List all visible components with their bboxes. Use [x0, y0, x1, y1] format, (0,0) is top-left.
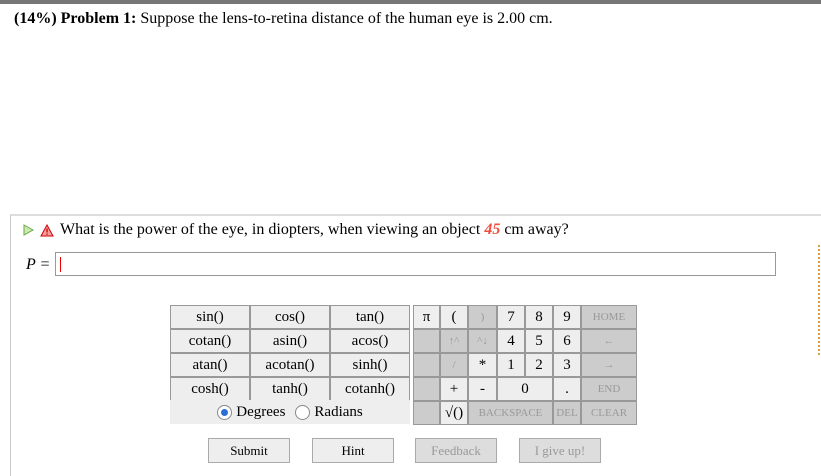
submit-button[interactable]: Submit	[208, 438, 290, 463]
function-key-cos[interactable]: cos()	[250, 305, 330, 329]
function-key-cotan[interactable]: cotan()	[170, 329, 250, 353]
function-key-cotanh[interactable]: cotanh()	[330, 377, 410, 401]
answer-input[interactable]	[55, 252, 776, 276]
sqrt-key[interactable]: √()	[440, 401, 468, 425]
left-arrow-key[interactable]: ←	[581, 329, 637, 353]
degrees-label: Degrees	[236, 403, 286, 420]
text-caret	[60, 257, 61, 272]
radians-label: Radians	[314, 403, 363, 420]
angle-mode: Degrees Radians	[170, 400, 410, 424]
problem-percent: (14%)	[14, 10, 57, 27]
hint-button[interactable]: Hint	[312, 438, 394, 463]
delete-key[interactable]: DEL	[553, 401, 581, 425]
expand-triangle-icon[interactable]	[22, 224, 34, 236]
digit-key-9[interactable]: 9	[553, 305, 581, 329]
digit-key-4[interactable]: 4	[497, 329, 525, 353]
function-key-acos[interactable]: acos()	[330, 329, 410, 353]
function-key-tan[interactable]: tan()	[330, 305, 410, 329]
decimal-key[interactable]: .	[553, 377, 581, 401]
digit-key-8[interactable]: 8	[525, 305, 553, 329]
give-up-button[interactable]: I give up!	[519, 438, 601, 463]
digit-key-7[interactable]: 7	[497, 305, 525, 329]
divide-key[interactable]: /	[440, 353, 468, 377]
digit-key-2[interactable]: 2	[525, 353, 553, 377]
blank-key	[413, 401, 440, 425]
subscript-key[interactable]: ^↓	[468, 329, 497, 353]
function-key-cosh[interactable]: cosh()	[170, 377, 250, 401]
question: What is the power of the eye, in diopter…	[22, 221, 569, 239]
multiply-key[interactable]: *	[468, 353, 497, 377]
digit-key-0[interactable]: 0	[497, 377, 553, 401]
blank-key	[413, 329, 440, 353]
digit-key-1[interactable]: 1	[497, 353, 525, 377]
blank-key	[413, 353, 440, 377]
digit-key-3[interactable]: 3	[553, 353, 581, 377]
blank-key	[413, 377, 440, 401]
plus-key[interactable]: +	[440, 377, 468, 401]
right-paren-key[interactable]: )	[468, 305, 497, 329]
function-key-atan[interactable]: atan()	[170, 353, 250, 377]
backspace-key[interactable]: BACKSPACE	[468, 401, 553, 425]
function-key-sin[interactable]: sin()	[170, 305, 250, 329]
end-key[interactable]: END	[581, 377, 637, 401]
minus-key[interactable]: -	[468, 377, 497, 401]
radians-radio[interactable]	[295, 404, 311, 420]
warning-icon	[40, 223, 54, 236]
clear-key[interactable]: CLEAR	[581, 401, 637, 425]
answer-label: P =	[26, 256, 51, 273]
digit-key-6[interactable]: 6	[553, 329, 581, 353]
function-key-sinh[interactable]: sinh()	[330, 353, 410, 377]
problem-text: Suppose the lens-to-retina distance of t…	[140, 10, 553, 27]
degrees-radio[interactable]	[217, 404, 233, 420]
problem-label: Problem 1:	[60, 10, 137, 27]
pi-key[interactable]: π	[413, 305, 440, 329]
left-paren-key[interactable]: (	[440, 305, 468, 329]
question-text: What is the power of the eye, in diopter…	[60, 221, 481, 238]
right-arrow-key[interactable]: →	[581, 353, 637, 377]
function-key-acotan[interactable]: acotan()	[250, 353, 330, 377]
header-bar	[0, 0, 821, 4]
digit-key-5[interactable]: 5	[525, 329, 553, 353]
question-text-end: cm away?	[504, 221, 569, 238]
feedback-button[interactable]: Feedback	[415, 438, 497, 463]
home-key[interactable]: HOME	[581, 305, 637, 329]
question-value: 45	[484, 221, 501, 238]
function-key-tanh[interactable]: tanh()	[250, 377, 330, 401]
superscript-key[interactable]: ↑^	[440, 329, 468, 353]
function-key-asin[interactable]: asin()	[250, 329, 330, 353]
problem-title: (14%) Problem 1: Suppose the lens-to-ret…	[14, 10, 553, 28]
